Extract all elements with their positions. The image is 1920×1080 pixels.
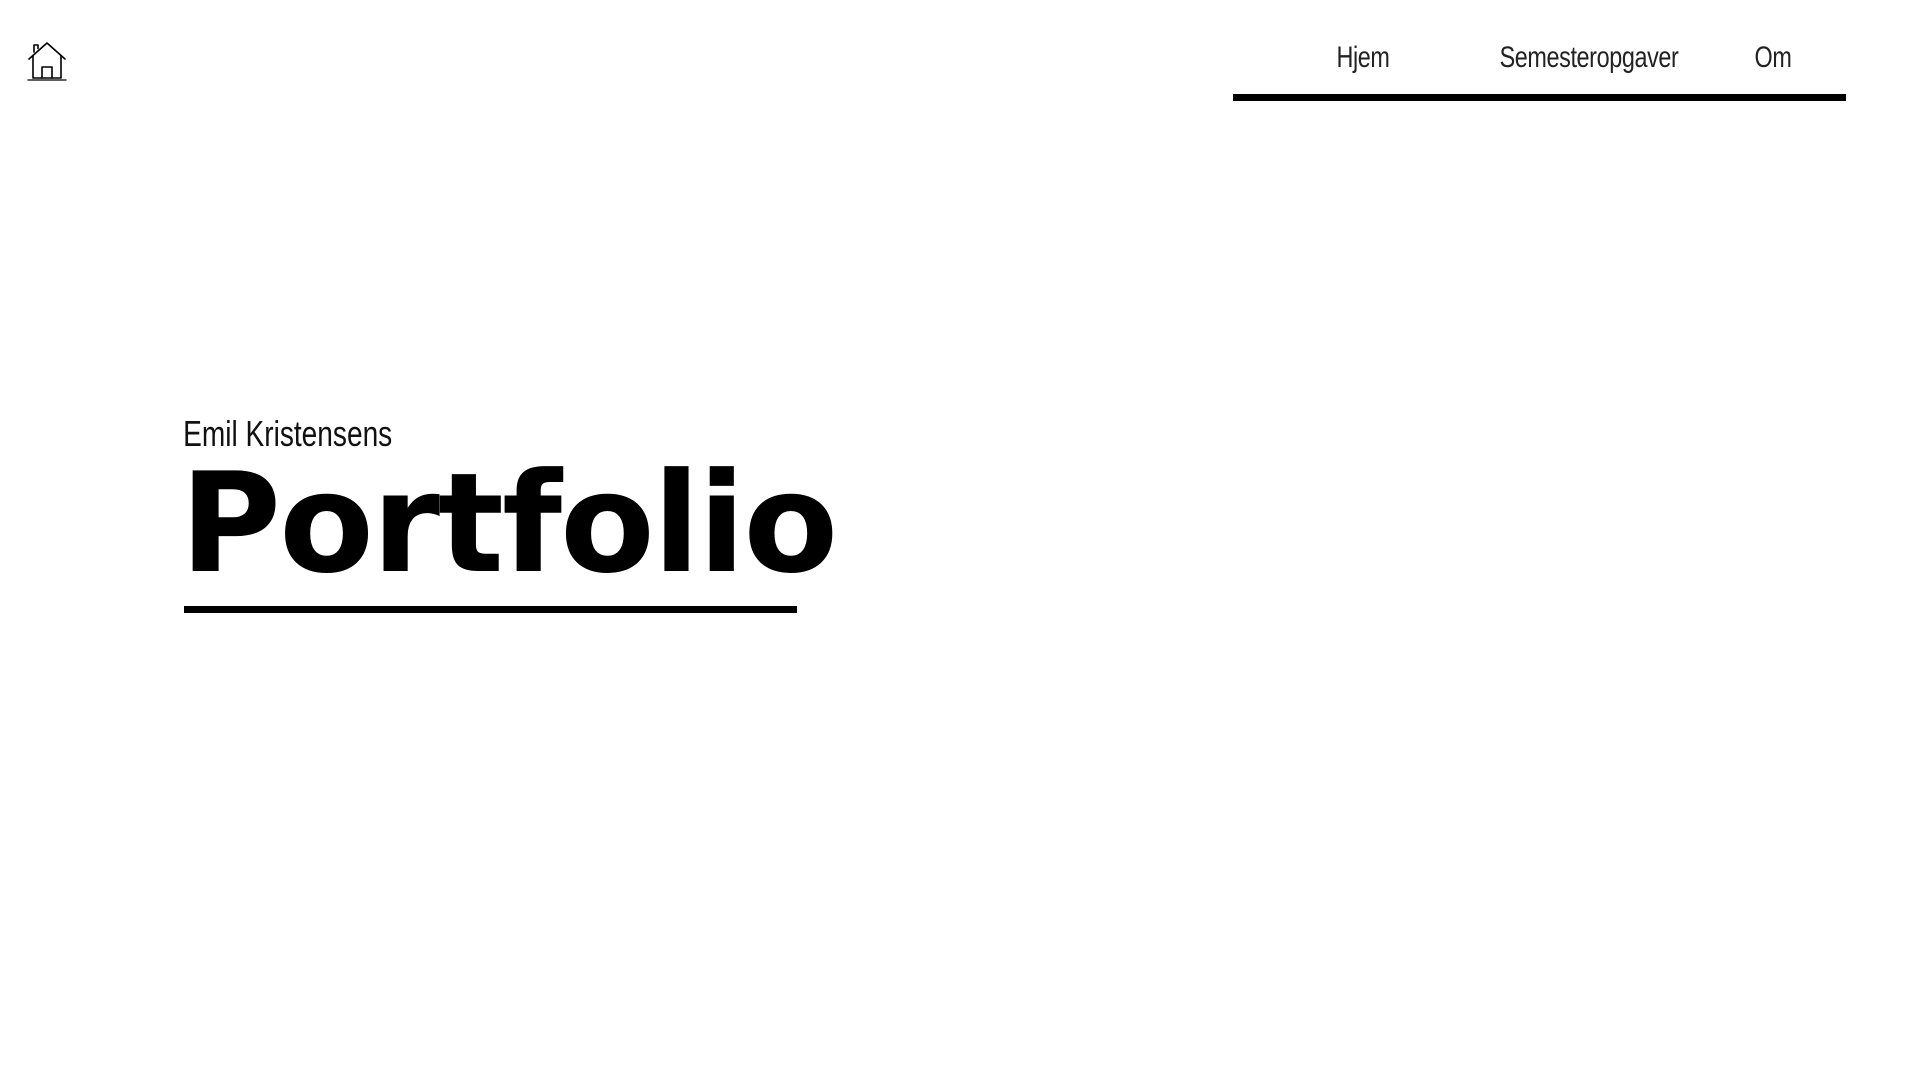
nav-item-om[interactable]: Om bbox=[1726, 36, 1820, 92]
nav-items: Hjem Semesteropgaver Om bbox=[1233, 36, 1846, 92]
hero-subtitle: Emil Kristensens bbox=[183, 413, 393, 454]
nav-item-semesteropgaver[interactable]: Semesteropgaver bbox=[1472, 36, 1706, 92]
hero-title: Portfolio bbox=[180, 443, 838, 604]
hero: Emil Kristensens Portfolio bbox=[180, 410, 838, 613]
nav-underline-bar bbox=[1233, 94, 1846, 101]
main-nav: Hjem Semesteropgaver Om bbox=[1233, 36, 1846, 104]
nav-item-hjem[interactable]: Hjem bbox=[1316, 36, 1410, 92]
page: Hjem Semesteropgaver Om Emil Kristensens… bbox=[0, 0, 1920, 1080]
hero-underline bbox=[184, 606, 797, 613]
home-icon[interactable] bbox=[26, 38, 68, 82]
